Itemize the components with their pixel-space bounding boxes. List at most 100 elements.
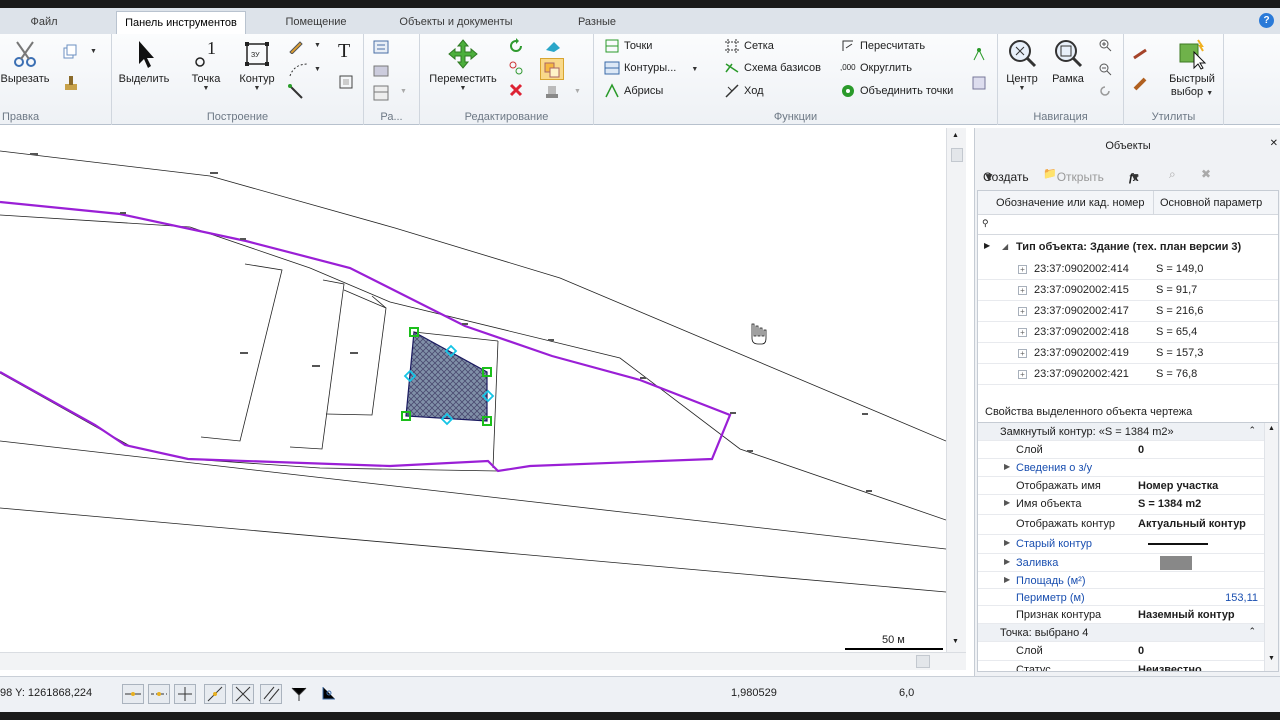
hod-button[interactable]: Ход — [724, 81, 764, 101]
expand-icon[interactable]: + — [1018, 307, 1027, 316]
expand-icon[interactable]: + — [1018, 370, 1027, 379]
property-row[interactable]: Статус Неизвестно — [978, 661, 1264, 671]
collapse-up-icon[interactable]: ⌃ — [1248, 626, 1256, 637]
selected-building[interactable] — [405, 331, 488, 422]
property-row[interactable]: Признак контура Наземный контур — [978, 606, 1264, 624]
table-row[interactable]: +23:37:0902002:414 S = 149,0 — [978, 259, 1278, 280]
zoom-out-icon[interactable] — [1098, 62, 1112, 76]
props-scroll-up-icon[interactable]: ▲ — [1268, 425, 1275, 432]
stamp-icon[interactable] — [544, 84, 562, 100]
property-row[interactable]: ▶ Площадь (м²) — [978, 572, 1264, 589]
drawing-canvas[interactable] — [0, 128, 946, 652]
property-row[interactable]: Слой 0 — [978, 441, 1264, 459]
tab-room[interactable]: Помещение — [262, 11, 370, 34]
snap-perp-button[interactable] — [288, 684, 310, 704]
property-row[interactable]: Периметр (м) 153,11 — [978, 589, 1264, 606]
expand-arrow-icon[interactable]: ▶ — [1004, 462, 1010, 471]
expand-arrow-icon[interactable]: ▶ — [1004, 557, 1010, 566]
property-row[interactable]: Отображать контур Актуальный контур — [978, 515, 1264, 535]
text-tool-icon[interactable]: T — [338, 40, 350, 63]
snap-mid-button[interactable] — [148, 684, 170, 704]
table-row[interactable]: +23:37:0902002:419 S = 157,3 — [978, 343, 1278, 364]
props-scrollbar[interactable]: ▲ ▼ — [1264, 423, 1278, 671]
function-extra-icon-1[interactable] — [970, 46, 988, 64]
close-panel-icon[interactable]: ✕ — [1270, 138, 1278, 149]
table-icon[interactable] — [372, 84, 390, 102]
property-row[interactable]: ▶ Старый контур — [978, 535, 1264, 554]
props-header-points[interactable]: Точка: выбрано 4 ⌃ — [978, 624, 1264, 642]
canvas-horizontal-scrollbar[interactable] — [0, 652, 966, 670]
expand-arrow-icon[interactable]: ▶ — [1004, 575, 1010, 584]
basis-scheme-button[interactable]: Схема базисов — [724, 58, 821, 78]
table-row[interactable]: +23:37:0902002:418 S = 65,4 — [978, 322, 1278, 343]
round-button[interactable]: ,000 Округлить — [840, 58, 912, 78]
cut-button[interactable]: Вырезать — [0, 38, 50, 85]
property-row[interactable]: ▶ Сведения о з/у — [978, 459, 1264, 477]
grid-button[interactable]: Сетка — [724, 36, 774, 56]
delete-object-icon[interactable]: ✖ — [1201, 167, 1211, 181]
contours-button[interactable]: Контуры... ▼ — [604, 58, 698, 78]
collapse-icon[interactable]: ◢ — [1002, 242, 1008, 251]
brush-icon[interactable] — [62, 74, 80, 92]
frame-zoom-button[interactable]: Рамка — [1046, 38, 1090, 85]
line-icon[interactable] — [288, 84, 304, 100]
canvas-vertical-scrollbar[interactable]: ▲ ▼ — [946, 128, 966, 652]
point-button[interactable]: 1 Точка ▼ — [184, 38, 228, 92]
tab-file[interactable]: Файл — [0, 11, 88, 34]
expand-arrow-icon[interactable]: ▶ — [1004, 498, 1010, 507]
node-edit-icon[interactable] — [508, 60, 524, 76]
snap-point-button[interactable] — [122, 684, 144, 704]
tab-toolbar[interactable]: Панель инструментов — [116, 11, 246, 34]
delete-icon[interactable] — [508, 82, 524, 98]
vertical-scroll-thumb[interactable] — [951, 148, 963, 162]
arc-icon[interactable] — [288, 62, 312, 78]
expand-arrow-icon[interactable]: ▶ — [1004, 538, 1010, 547]
open-button[interactable]: 📁 Открыть — [1043, 167, 1104, 184]
col-header-id[interactable]: Обозначение или кад. номер — [978, 191, 1154, 215]
recalc-button[interactable]: Пересчитать — [840, 36, 925, 56]
filter-row[interactable]: ⚲ — [978, 215, 1278, 235]
move-button[interactable]: Переместить ▼ — [422, 38, 504, 92]
layers-icon[interactable] — [372, 38, 390, 56]
frame-tool-icon[interactable] — [338, 74, 354, 90]
snap-intersect-button[interactable] — [232, 684, 254, 704]
function-extra-icon-2[interactable] — [970, 74, 988, 92]
ruler-icon[interactable] — [1132, 46, 1150, 62]
horizontal-scroll-thumb[interactable] — [916, 655, 930, 668]
contour-button[interactable]: ЗУ Контур ▼ — [232, 38, 282, 92]
merge-points-button[interactable]: Объединить точки — [840, 81, 953, 101]
copy-dropdown-icon[interactable]: ▼ — [90, 48, 97, 55]
pencil-icon[interactable] — [288, 40, 304, 54]
search-icon[interactable]: ⌕ — [1169, 167, 1176, 182]
marker-icon[interactable] — [1132, 76, 1150, 92]
rotate-icon[interactable] — [508, 38, 524, 54]
snap-tangent-button[interactable] — [318, 684, 340, 704]
props-scroll-down-icon[interactable]: ▼ — [1268, 655, 1275, 662]
property-row[interactable]: Отображать имя Номер участка — [978, 477, 1264, 495]
expand-icon[interactable]: + — [1018, 349, 1027, 358]
group-row[interactable]: ▶ ◢ Тип объекта: Здание (тех. план верси… — [978, 237, 1278, 259]
tab-objects-docs[interactable]: Объекты и документы — [384, 11, 528, 34]
snap-diagonal-button[interactable] — [204, 684, 226, 704]
snap-cross-button[interactable] — [174, 684, 196, 704]
snap-parallel-button[interactable] — [260, 684, 282, 704]
zoom-in-icon[interactable] — [1098, 38, 1112, 52]
collapse-up-icon[interactable]: ⌃ — [1248, 425, 1256, 436]
quick-select-button[interactable]: Быстрый выбор ▼ — [1164, 38, 1220, 100]
parcel-contour[interactable] — [0, 200, 732, 473]
tab-misc[interactable]: Разные — [540, 11, 654, 34]
expand-icon[interactable]: + — [1018, 286, 1027, 295]
help-icon[interactable]: ? — [1259, 13, 1274, 28]
highlight-tool-button[interactable] — [540, 58, 564, 80]
copy-icon[interactable] — [62, 44, 78, 60]
scroll-up-icon[interactable]: ▲ — [952, 132, 959, 139]
table-row[interactable]: +23:37:0902002:415 S = 91,7 — [978, 280, 1278, 301]
table-row[interactable]: +23:37:0902002:421 S = 76,8 — [978, 364, 1278, 385]
abrisy-button[interactable]: Абрисы — [604, 81, 663, 101]
props-header-contour[interactable]: Замкнутый контур: «S = 1384 m2» ⌃ — [978, 423, 1264, 441]
expand-icon[interactable]: + — [1018, 328, 1027, 337]
points-button[interactable]: Точки — [604, 36, 652, 56]
col-header-param[interactable]: Основной параметр — [1154, 191, 1278, 215]
table-row[interactable]: +23:37:0902002:417 S = 216,6 — [978, 301, 1278, 322]
property-row[interactable]: ▶ Имя объекта S = 1384 m2 — [978, 495, 1264, 515]
